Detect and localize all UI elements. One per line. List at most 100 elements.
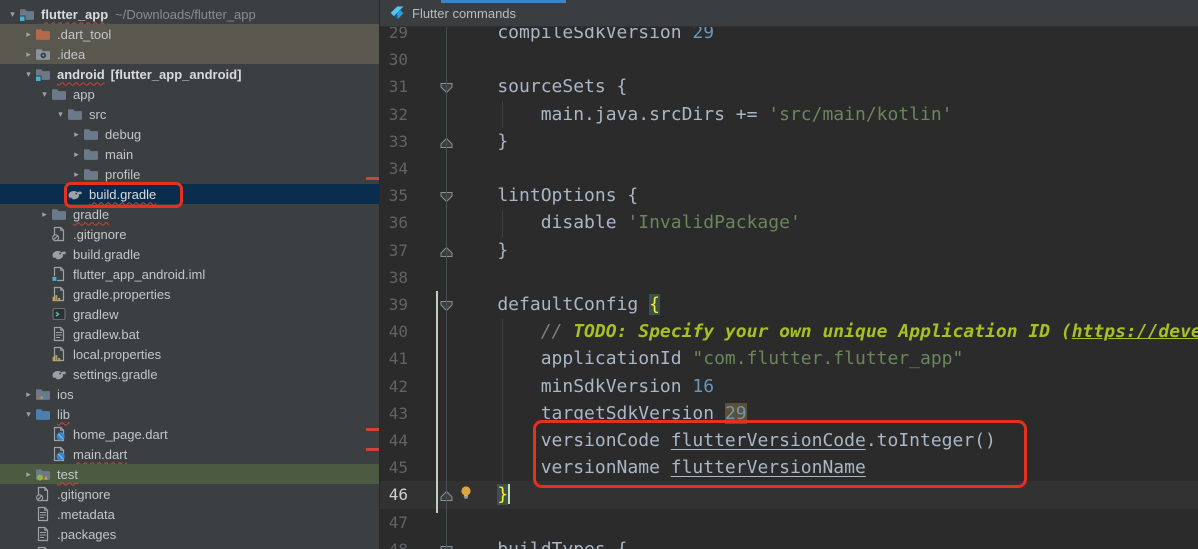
tree-item-home_page.dart[interactable]: home_page.dart bbox=[0, 424, 379, 444]
tree-item-ios[interactable]: ▸ ios bbox=[0, 384, 379, 404]
flutter-commands-bar[interactable]: Flutter commands bbox=[380, 0, 1198, 27]
text-file-icon bbox=[35, 526, 52, 542]
folder-icon bbox=[51, 206, 68, 222]
tree-item-android[interactable]: ▾ android [flutter_app_android] bbox=[0, 64, 379, 84]
code-line-46[interactable]: 46 } bbox=[380, 481, 1198, 509]
chevron-collapsed-icon[interactable]: ▸ bbox=[22, 29, 35, 40]
line-number: 32 bbox=[388, 104, 408, 124]
line-number: 35 bbox=[388, 186, 408, 206]
tree-item-.dart_tool[interactable]: ▸ .dart_tool bbox=[0, 24, 379, 44]
gitignore-file-icon bbox=[35, 486, 52, 502]
chevron-collapsed-icon[interactable]: ▸ bbox=[70, 149, 83, 160]
chevron-collapsed-icon[interactable]: ▸ bbox=[70, 129, 83, 140]
code-text: // TODO: Specify your own unique Applica… bbox=[540, 321, 1198, 343]
module-folder-icon bbox=[35, 66, 52, 82]
tree-item-flutter_app[interactable]: ▾ flutter_app ~/Downloads/flutter_app bbox=[0, 4, 379, 24]
tree-item-profile[interactable]: ▸ profile bbox=[0, 164, 379, 184]
chevron-expanded-icon[interactable]: ▾ bbox=[22, 69, 35, 80]
dart-tool-folder-icon bbox=[35, 26, 52, 42]
tree-item-gradle.properties[interactable]: gradle.properties bbox=[0, 284, 379, 304]
tree-item-.gitignore[interactable]: .gitignore bbox=[0, 224, 379, 244]
line-number: 31 bbox=[388, 77, 408, 97]
code-text: main.java.srcDirs += 'src/main/kotlin' bbox=[454, 103, 953, 125]
code-text: defaultConfig { bbox=[454, 294, 660, 315]
tree-item-src[interactable]: ▾ src bbox=[0, 104, 379, 124]
code-line-47[interactable]: 47 bbox=[380, 509, 1198, 537]
indent-guide bbox=[502, 210, 503, 237]
tree-item-main[interactable]: ▸ main bbox=[0, 144, 379, 164]
code-line-39[interactable]: 39 defaultConfig { bbox=[380, 291, 1198, 319]
error-stripe-mark bbox=[366, 448, 379, 451]
tree-item-app[interactable]: ▾ app bbox=[0, 84, 379, 104]
tree-item-main.dart[interactable]: main.dart bbox=[0, 444, 379, 464]
tree-item-debug[interactable]: ▸ debug bbox=[0, 124, 379, 144]
text-file-icon bbox=[35, 506, 52, 522]
tree-item-build.gradle[interactable]: build.gradle bbox=[0, 184, 379, 204]
code-line-31[interactable]: 31 sourceSets { bbox=[380, 73, 1198, 101]
code-text: } bbox=[454, 239, 509, 261]
tree-item-label: gradlew.bat bbox=[73, 326, 140, 342]
chevron-expanded-icon[interactable]: ▾ bbox=[54, 109, 67, 120]
tree-item-label: flutter_app_android.iml bbox=[73, 266, 206, 282]
tree-item-.idea[interactable]: ▸ .idea bbox=[0, 44, 379, 64]
code-line-38[interactable]: 38 bbox=[380, 264, 1198, 292]
tree-item-label: build.gradle bbox=[89, 186, 157, 202]
tree-item-label: src bbox=[89, 106, 107, 122]
tree-item-label: settings.gradle bbox=[73, 366, 158, 382]
code-line-48[interactable]: 48 buildTypes { bbox=[380, 536, 1198, 549]
tree-item-label: flutter_app bbox=[41, 6, 109, 22]
dart-file-icon bbox=[51, 426, 68, 442]
tree-item-flutter_app_android.iml[interactable]: flutter_app_android.iml bbox=[0, 264, 379, 284]
gradle-file-icon bbox=[67, 186, 84, 202]
tree-item-build.gradle[interactable]: build.gradle bbox=[0, 244, 379, 264]
line-number: 39 bbox=[388, 295, 408, 314]
tree-item-gradle[interactable]: ▸ gradle bbox=[0, 204, 379, 224]
folder-icon bbox=[51, 86, 68, 102]
tree-item-local.properties[interactable]: local.properties bbox=[0, 344, 379, 364]
chevron-expanded-icon[interactable]: ▾ bbox=[38, 89, 51, 100]
chevron-collapsed-icon[interactable]: ▸ bbox=[38, 209, 51, 220]
tree-item-.metadata[interactable]: .metadata bbox=[0, 504, 379, 524]
tree-item-label: .gitignore bbox=[73, 226, 127, 242]
module-file-icon bbox=[51, 266, 68, 282]
tree-item-lib[interactable]: ▾ lib bbox=[0, 404, 379, 424]
active-tab-accent bbox=[441, 0, 566, 3]
line-number: 47 bbox=[388, 512, 408, 532]
code-line-35[interactable]: 35 lintOptions { bbox=[380, 182, 1198, 210]
tree-item-gradlew.bat[interactable]: gradlew.bat bbox=[0, 324, 379, 344]
project-tree-panel: ▾ flutter_app ~/Downloads/flutter_app ▸ .dar… bbox=[0, 0, 379, 549]
folder-icon bbox=[83, 146, 100, 162]
tree-item-test[interactable]: ▸ test bbox=[0, 464, 379, 484]
text-cursor bbox=[508, 484, 511, 505]
error-stripe-mark bbox=[366, 177, 379, 180]
tree-item-label: lib bbox=[57, 406, 71, 422]
code-line-33[interactable]: 33 } bbox=[380, 128, 1198, 156]
folder-icon bbox=[83, 126, 100, 142]
tree-item-label: ios bbox=[57, 386, 74, 402]
intention-lightbulb-icon[interactable] bbox=[458, 484, 474, 500]
tree-item-label: .metadata bbox=[57, 506, 115, 522]
tree-item-.packages[interactable]: .packages bbox=[0, 524, 379, 544]
chevron-collapsed-icon[interactable]: ▸ bbox=[22, 49, 35, 60]
chevron-collapsed-icon[interactable]: ▸ bbox=[22, 389, 35, 400]
tree-item-.gitignore[interactable]: .gitignore bbox=[0, 484, 379, 504]
tree-item-partial[interactable] bbox=[0, 544, 379, 549]
properties-file-icon bbox=[51, 286, 68, 302]
code-line-30[interactable]: 30 bbox=[380, 46, 1198, 74]
line-number: 36 bbox=[388, 213, 408, 233]
tree-item-label: main.dart bbox=[73, 446, 128, 462]
code-line-34[interactable]: 34 bbox=[380, 155, 1198, 183]
line-number: 37 bbox=[388, 240, 408, 260]
code-line-37[interactable]: 37 } bbox=[380, 237, 1198, 265]
line-number: 34 bbox=[388, 159, 408, 178]
chevron-collapsed-icon[interactable]: ▸ bbox=[70, 169, 83, 180]
code-editor[interactable]: 29 compileSdkVersion 29 30 31 sourceSets {… bbox=[380, 0, 1198, 549]
chevron-expanded-icon[interactable]: ▾ bbox=[6, 9, 19, 20]
tree-item-settings.gradle[interactable]: settings.gradle bbox=[0, 364, 379, 384]
tree-item-label: .packages bbox=[57, 526, 117, 542]
gradle-file-icon bbox=[51, 246, 68, 262]
tree-item-gradlew[interactable]: gradlew bbox=[0, 304, 379, 324]
chevron-expanded-icon[interactable]: ▾ bbox=[22, 409, 35, 420]
chevron-collapsed-icon[interactable]: ▸ bbox=[22, 469, 35, 480]
folder-icon bbox=[67, 106, 84, 122]
